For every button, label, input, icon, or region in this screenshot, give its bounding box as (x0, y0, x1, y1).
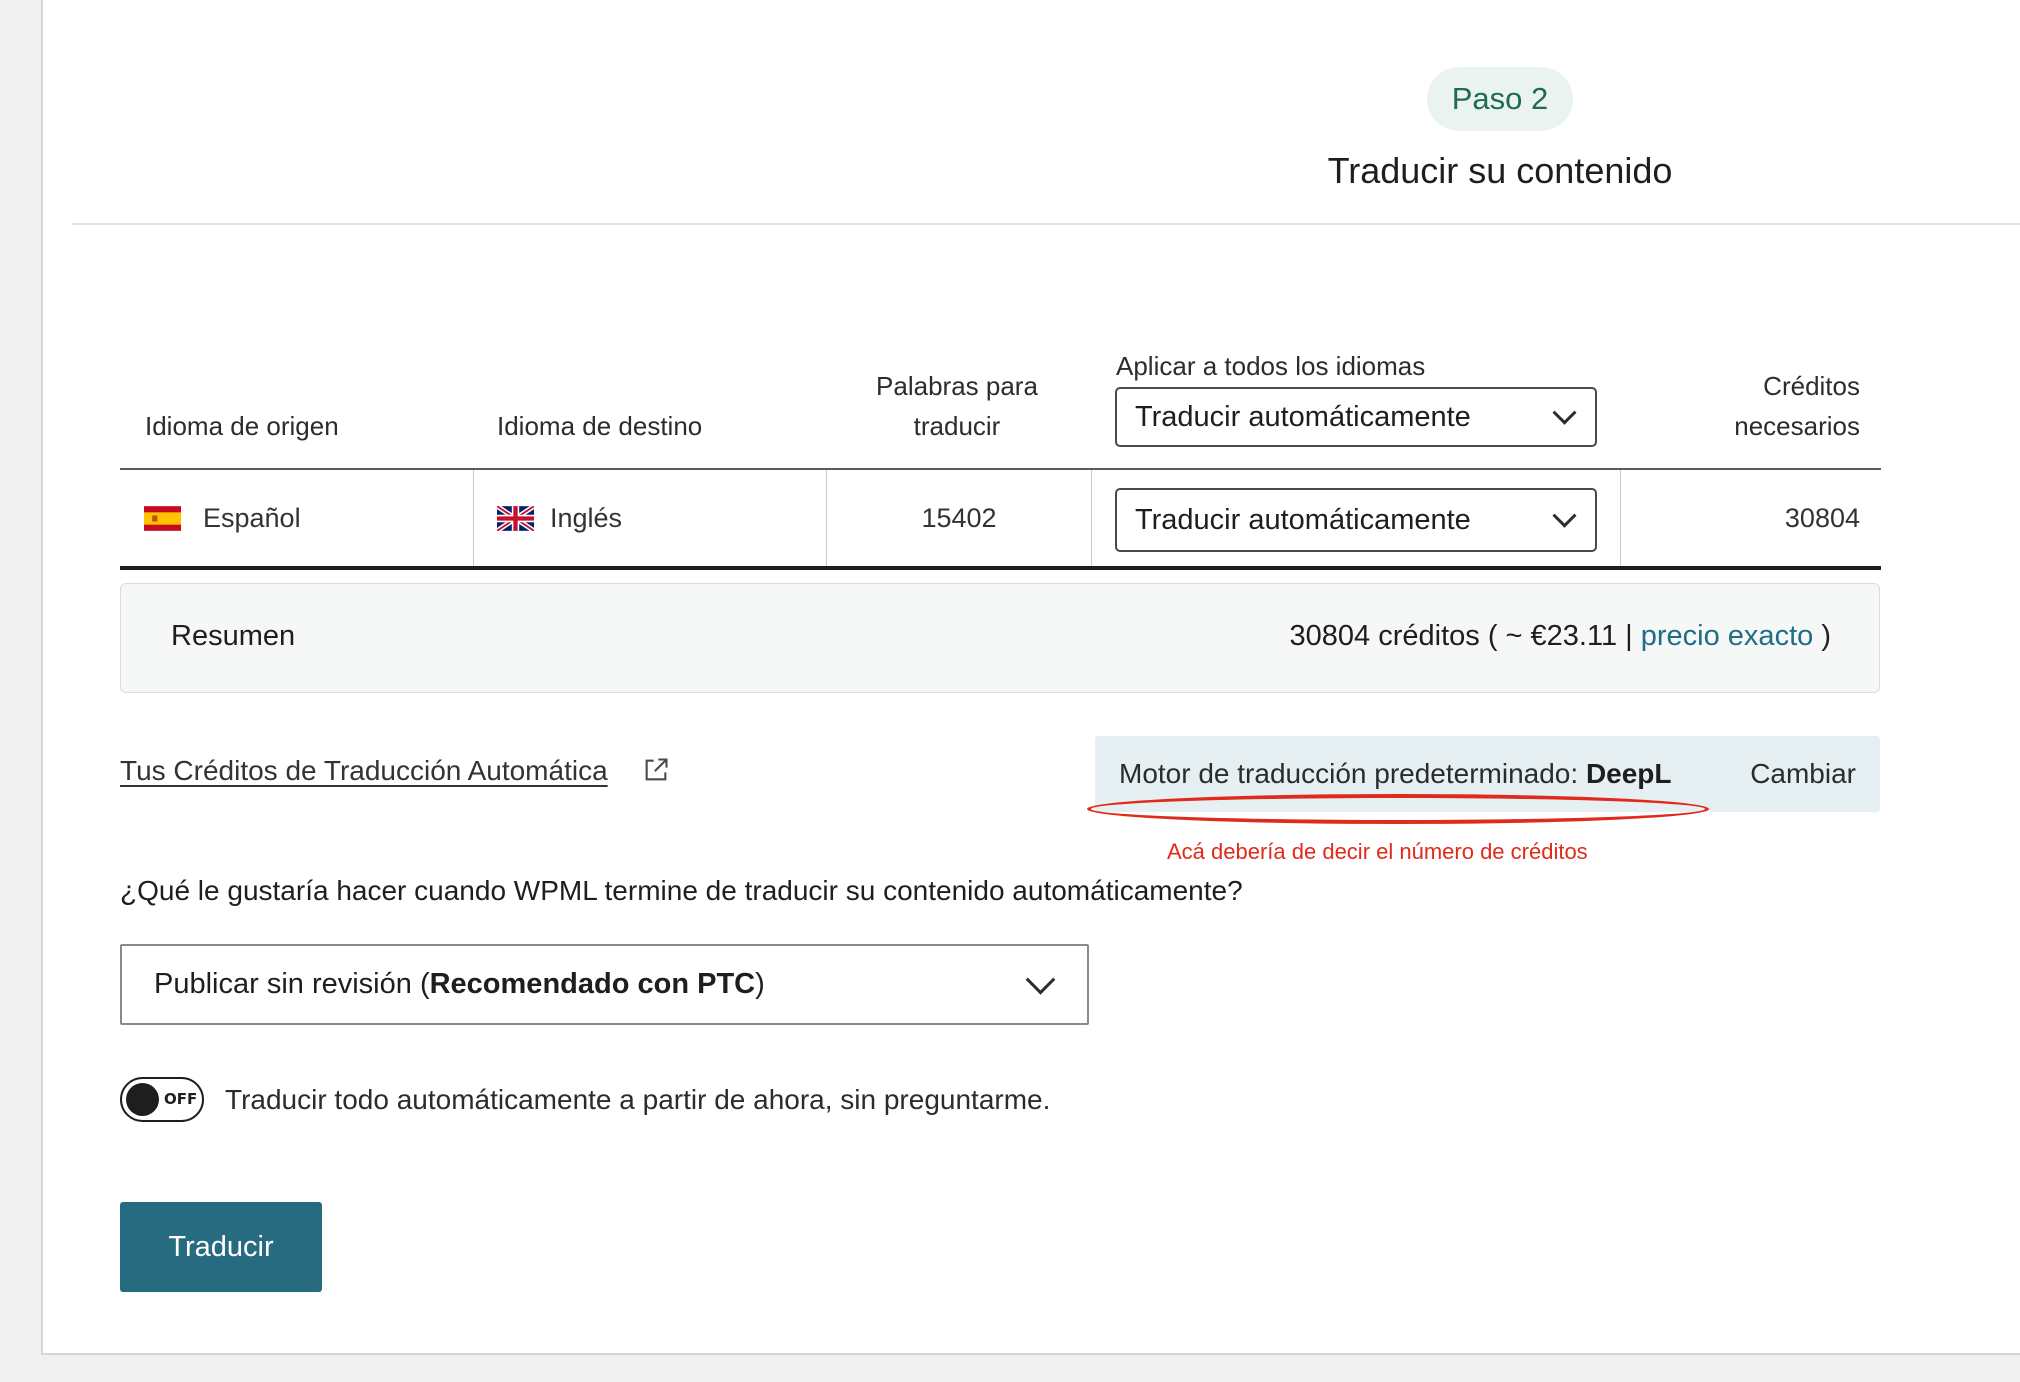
post-translation-question: ¿Qué le gustaría hacer cuando WPML termi… (120, 875, 1243, 906)
summary-bar: Resumen 30804 créditos ( ~ €23.11 | prec… (120, 583, 1880, 693)
toggle-knob (126, 1083, 159, 1116)
spain-flag-icon (144, 506, 181, 531)
apply-all-select[interactable]: Traducir automáticamente (1115, 387, 1597, 447)
apply-all-select-value: Traducir automáticamente (1135, 400, 1471, 433)
row-target-language: Inglés (550, 503, 623, 533)
engine-name: DeepL (1585, 758, 1672, 789)
header-credits-line1: Créditos (1763, 371, 1860, 401)
header-words-line2: traducir (913, 411, 1001, 441)
chevron-down-icon (1552, 400, 1577, 425)
row-word-count: 15402 (921, 503, 997, 533)
header-apply-all-label: Aplicar a todos los idiomas (1116, 351, 1426, 381)
summary-label: Resumen (171, 620, 296, 652)
header-words-line1: Palabras para (876, 371, 1038, 401)
change-engine-link[interactable]: Cambiar (1750, 758, 1856, 790)
column-divider (473, 470, 474, 566)
auto-translate-toggle[interactable]: OFF (120, 1077, 204, 1122)
toggle-state: OFF (164, 1090, 198, 1108)
step-title: Traducir su contenido (1327, 150, 1673, 191)
auto-translate-label: Traducir todo automáticamente a partir d… (225, 1084, 1051, 1115)
header-target-language: Idioma de destino (497, 411, 703, 441)
annotation-ellipse (1087, 794, 1709, 824)
translate-button[interactable]: Traducir (120, 1202, 322, 1292)
summary-total: 30804 créditos ( ~ €23.11 | precio exact… (1290, 620, 1831, 653)
select-value-bold: Recomendado con PTC (429, 968, 756, 1000)
external-link-icon[interactable] (642, 756, 670, 784)
translation-credits-link[interactable]: Tus Créditos de Traducción Automática (120, 755, 608, 787)
select-value-suffix: ) (755, 968, 765, 1000)
header-divider (72, 223, 2020, 225)
table-bottom-divider (120, 566, 1881, 570)
step-badge: Paso 2 (1427, 67, 1573, 131)
header-credits-line2: necesarios (1734, 411, 1860, 441)
chevron-down-icon (1025, 964, 1056, 995)
summary-price-close: ) (1821, 620, 1831, 652)
row-translation-method-select[interactable]: Traducir automáticamente (1115, 488, 1597, 552)
uk-flag-icon (497, 506, 534, 531)
post-translation-select-value: Publicar sin revisión (Recomendado con P… (154, 968, 765, 1001)
exact-price-link[interactable]: precio exacto (1641, 620, 1814, 652)
summary-price: ( ~ €23.11 | (1487, 620, 1633, 652)
engine-label: Motor de traducción predeterminado: Deep… (1119, 758, 1672, 790)
row-credits-needed: 30804 (1784, 503, 1860, 533)
column-divider (1620, 470, 1621, 566)
row-translation-method-value: Traducir automáticamente (1135, 503, 1471, 536)
table-header-divider (120, 468, 1881, 470)
select-value-prefix: Publicar sin revisión ( (154, 968, 430, 1000)
annotation-note: Acá debería de decir el número de crédit… (1167, 839, 1588, 864)
engine-label-text: Motor de traducción predeterminado: (1119, 758, 1579, 789)
header-source-language: Idioma de origen (145, 411, 339, 441)
chevron-down-icon (1552, 503, 1577, 528)
summary-credits: 30804 créditos (1289, 620, 1480, 652)
post-translation-select[interactable]: Publicar sin revisión (Recomendado con P… (120, 944, 1089, 1025)
row-source-language: Español (203, 503, 301, 533)
column-divider (1091, 470, 1092, 566)
